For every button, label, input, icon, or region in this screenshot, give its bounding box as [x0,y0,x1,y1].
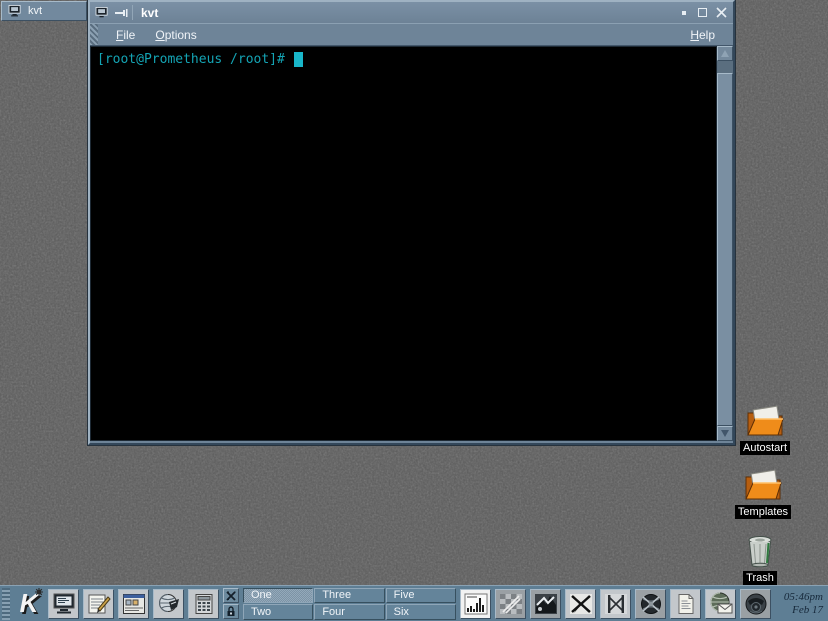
close-icon [716,7,727,18]
file-manager-launcher[interactable] [118,589,149,619]
terminal-icon [52,593,76,615]
pager-desktop-two[interactable]: Two [243,604,313,620]
trash-can-icon [745,534,775,568]
terminal-launcher[interactable] [48,589,79,619]
taskbar-button-kvt[interactable]: kvt [1,1,87,21]
news-launcher[interactable] [153,589,184,619]
pager-desktop-six[interactable]: Six [386,604,456,620]
window-menu-icon[interactable] [94,5,109,20]
mail-launcher[interactable] [705,589,736,619]
sticky-pin-icon[interactable] [113,5,128,20]
terminal-area: [root@Prometheus /root]# [90,46,733,441]
taskbar-button-label: kvt [28,5,42,17]
titlebar[interactable]: kvt [90,2,733,23]
desktop-icon-label: Trash [743,571,777,585]
pager-desktop-one[interactable]: One [243,588,313,604]
session-buttons [223,588,239,619]
lock-screen-button[interactable] [223,604,239,619]
frame-app-launcher[interactable] [600,589,631,619]
pager-desktop-four[interactable]: Four [314,604,384,620]
document-icon [674,593,698,615]
right-launchers [460,589,771,619]
scroll-up-button[interactable] [717,46,733,61]
desktop-icon-autostart[interactable]: Autostart [733,404,797,455]
pager-desktop-three[interactable]: Three [314,588,384,604]
clock-date: Feb 17 [784,604,823,617]
chart-launcher[interactable] [460,589,491,619]
titlebar-divider [132,5,133,20]
menu-file[interactable]: File [106,25,145,45]
desktop-pager: One Two Three Four Five Six [243,588,456,620]
checker-grid-icon [499,593,523,615]
desktop-icon-trash[interactable]: Trash [728,534,792,585]
document-launcher[interactable] [670,589,701,619]
menubar-drag-handle[interactable] [90,24,98,45]
panel-hide-handle[interactable] [2,588,10,620]
desktop[interactable]: kvt kvt [0,0,828,621]
minimize-icon [682,11,686,15]
kfm-window-icon [122,593,146,615]
dialer-launcher[interactable] [740,589,771,619]
padlock-icon [226,606,236,617]
gear-icon [35,588,43,596]
menu-options[interactable]: Options [145,25,206,45]
mail-globe-icon [708,592,734,616]
kvt-window: kvt File Options Help [root@Prometheus /… [88,0,735,445]
terminal-cursor [294,52,303,67]
folder-icon [742,468,784,502]
down-arrow-icon [721,430,729,437]
scrollbar-track[interactable] [717,61,733,426]
scrollbar-thumb[interactable] [717,73,733,426]
desktop-icon-label: Templates [735,505,791,519]
panel-clock: 05:46pm Feb 17 [784,591,823,617]
news-globe-icon [157,593,181,615]
desktop-icon-templates[interactable]: Templates [731,468,795,519]
window-title: kvt [137,6,672,20]
terminal-window-icon [8,5,22,17]
frame-x-icon [604,593,628,615]
desktop-icon-label: Autostart [740,441,790,455]
up-arrow-icon [721,50,729,57]
image-app-launcher[interactable] [530,589,561,619]
bar-chart-icon [464,593,488,615]
logout-x-icon [226,591,236,601]
notepad-pencil-icon [87,593,111,615]
black-x-icon [569,593,593,615]
x-app-launcher[interactable] [565,589,596,619]
paint-splash-icon [534,593,558,615]
globe-tools-icon [639,593,663,615]
maximize-icon [698,8,707,17]
close-button[interactable] [714,5,729,20]
globe-tools-launcher[interactable] [635,589,666,619]
calculator-launcher[interactable] [188,589,219,619]
logout-button[interactable] [223,588,239,603]
terminal-screen[interactable]: [root@Prometheus /root]# [90,46,717,441]
shell-prompt: [root@Prometheus /root]# [97,52,285,67]
phone-icon [743,592,769,616]
scroll-down-button[interactable] [717,426,733,441]
menubar: File Options Help [90,23,733,46]
left-launchers [48,589,219,619]
clock-time: 05:46pm [784,591,823,604]
maximize-button[interactable] [695,5,710,20]
pager-desktop-five[interactable]: Five [386,588,456,604]
calculator-icon [192,593,216,615]
k-menu-button[interactable]: K [14,588,44,620]
folder-icon [744,404,786,438]
minimize-button[interactable] [676,5,691,20]
menu-help[interactable]: Help [680,25,725,45]
games-launcher[interactable] [495,589,526,619]
terminal-scrollbar[interactable] [717,46,733,441]
kde-panel: K [0,585,828,621]
text-editor-launcher[interactable] [83,589,114,619]
